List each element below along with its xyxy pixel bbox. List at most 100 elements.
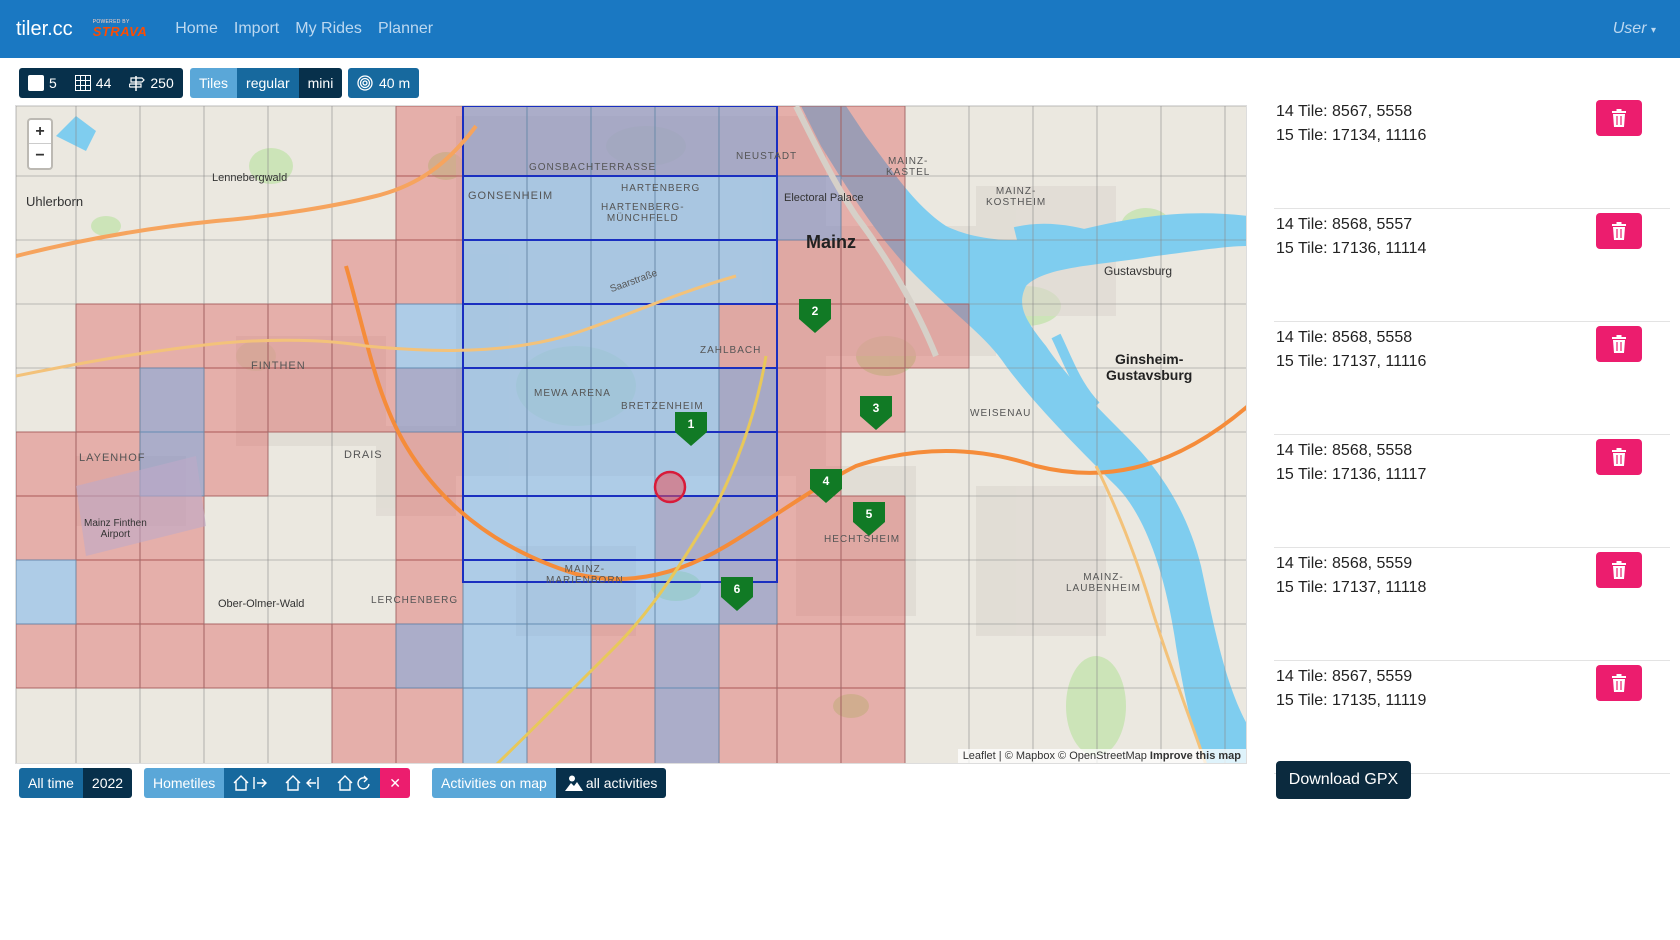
nav-import[interactable]: Import: [234, 20, 279, 38]
tile: [776, 175, 842, 241]
radius-value: 40 m: [379, 75, 411, 91]
tiles-label-button[interactable]: Tiles: [190, 68, 238, 98]
map-attribution: Leaflet | © Mapbox © OpenStreetMap Impro…: [957, 749, 1246, 763]
tile: [718, 623, 778, 689]
brand-link[interactable]: tiler.cc: [16, 18, 73, 41]
trash-icon: [1612, 448, 1626, 466]
route-stat[interactable]: 250: [120, 68, 183, 98]
tile: [75, 623, 141, 689]
delete-tile-button[interactable]: [1596, 213, 1642, 249]
trash-icon: [1612, 222, 1626, 240]
grid-icon: [74, 75, 91, 91]
tile: [331, 367, 397, 433]
tile: [462, 106, 528, 177]
tile: [331, 623, 397, 689]
delete-tile-button[interactable]: [1596, 100, 1642, 136]
zoom-in-button[interactable]: +: [29, 120, 51, 144]
chevron-down-icon: ▾: [1650, 25, 1656, 36]
squares-stat[interactable]: 5: [19, 68, 66, 98]
tile-z14: 14 Tile: 8568, 5559: [1276, 555, 1413, 572]
year-button[interactable]: 2022: [82, 768, 133, 798]
improve-map-link[interactable]: Improve this map: [1150, 750, 1241, 762]
hometiles-clear-button[interactable]: ✕: [380, 768, 410, 798]
zoom-out-button[interactable]: −: [29, 144, 51, 168]
nav-my-rides[interactable]: My Rides: [295, 20, 362, 38]
tile: [526, 239, 592, 305]
label-zahlbach: ZAHLBACH: [700, 345, 762, 356]
hometiles-export-button[interactable]: [224, 768, 277, 798]
home-export-icon: [233, 775, 268, 791]
hometiles-reset-button[interactable]: [328, 768, 381, 798]
label-mewa-arena: MEWA ARENA: [534, 388, 611, 399]
regular-tiles-button[interactable]: regular: [237, 68, 299, 98]
nav-home[interactable]: Home: [175, 20, 218, 38]
label-bretzenheim: BRETZENHEIM: [621, 401, 704, 412]
download-gpx-button[interactable]: Download GPX: [1276, 761, 1411, 799]
tile-z15: 15 Tile: 17135, 11119: [1276, 692, 1427, 709]
tile-z14: 14 Tile: 8568, 5557: [1276, 216, 1413, 233]
label-neustadt: NEUSTADT: [736, 151, 798, 162]
tile: [462, 559, 528, 625]
tile: [590, 431, 656, 497]
tile: [395, 367, 464, 433]
activities-group: Activities on map all activities: [432, 768, 667, 798]
tile: [590, 303, 656, 369]
tile: [654, 303, 720, 369]
tiles-stat[interactable]: 44: [65, 68, 121, 98]
tile-z14: 14 Tile: 8567, 5558: [1276, 103, 1413, 120]
square-icon: [28, 75, 44, 91]
squares-count: 5: [49, 75, 57, 91]
label-ober-olmer-wald: Ober-Olmer-Wald: [218, 598, 305, 610]
tile: [840, 623, 906, 689]
delete-tile-button[interactable]: [1596, 665, 1642, 701]
tile: [776, 106, 842, 177]
map[interactable]: 1 2 3 4 5 6 Uhlerborn Lennebergwald GONSBACHT…: [15, 105, 1247, 764]
tile: [267, 303, 333, 369]
activities-on-map-button[interactable]: Activities on map: [432, 768, 556, 798]
trash-icon: [1612, 674, 1626, 692]
tile: [718, 175, 778, 241]
tile: [75, 559, 141, 625]
nav-links: Home Import My Rides Planner: [175, 20, 449, 38]
label-drais: DRAIS: [344, 449, 383, 461]
mini-tiles-button[interactable]: mini: [298, 68, 343, 98]
leaflet-link[interactable]: Leaflet: [963, 750, 996, 762]
user-menu[interactable]: User ▾: [1613, 20, 1656, 38]
marker-label: 2: [812, 304, 819, 318]
tiles-toggle-group: Tiles regular mini: [190, 68, 343, 98]
delete-tile-button[interactable]: [1596, 439, 1642, 475]
tile: [654, 495, 720, 561]
tile-list: 14 Tile: 8567, 5558 15 Tile: 17134, 1111…: [1274, 96, 1670, 774]
hometiles-import-button[interactable]: [276, 768, 329, 798]
tile: [654, 239, 720, 305]
delete-tile-button[interactable]: [1596, 326, 1642, 362]
all-time-button[interactable]: All time: [19, 768, 83, 798]
home-import-icon: [285, 775, 319, 791]
tile: [16, 495, 77, 561]
position-circle[interactable]: [653, 470, 687, 504]
trash-icon: [1612, 335, 1626, 353]
tiles-count: 44: [95, 75, 112, 91]
label-gonsenheim: GONSENHEIM: [468, 190, 554, 202]
label-mainz-laubenheim: MAINZ- LAUBENHEIM: [1066, 572, 1142, 594]
label-gonsbachterrasse: GONSBACHTERRASSE: [529, 162, 657, 173]
label-mainz-kostheim: MAINZ- KOSTHEIM: [986, 186, 1047, 208]
all-activities-button[interactable]: all activities: [555, 768, 667, 798]
label-marienborn: MAINZ- MARIENBORN: [546, 564, 624, 586]
navbar: tiler.cc POWERED BY STRAVA Home Import M…: [0, 0, 1680, 58]
tile: [267, 367, 333, 433]
label-weisenau: WEISENAU: [970, 408, 1032, 419]
radius-button[interactable]: 40 m: [348, 68, 420, 98]
tile: [139, 367, 205, 433]
tile: [718, 239, 778, 305]
tile: [139, 303, 205, 369]
delete-tile-button[interactable]: [1596, 552, 1642, 588]
label-layenhof: LAYENHOF: [79, 452, 146, 464]
hometiles-label[interactable]: Hometiles: [144, 768, 225, 798]
nav-planner[interactable]: Planner: [378, 20, 433, 38]
route-count: 250: [150, 75, 174, 91]
tile: [526, 495, 592, 561]
stats-group: 5 44 250: [19, 68, 183, 98]
tile: [776, 623, 842, 689]
label-lennebergwald: Lennebergwald: [212, 172, 288, 184]
